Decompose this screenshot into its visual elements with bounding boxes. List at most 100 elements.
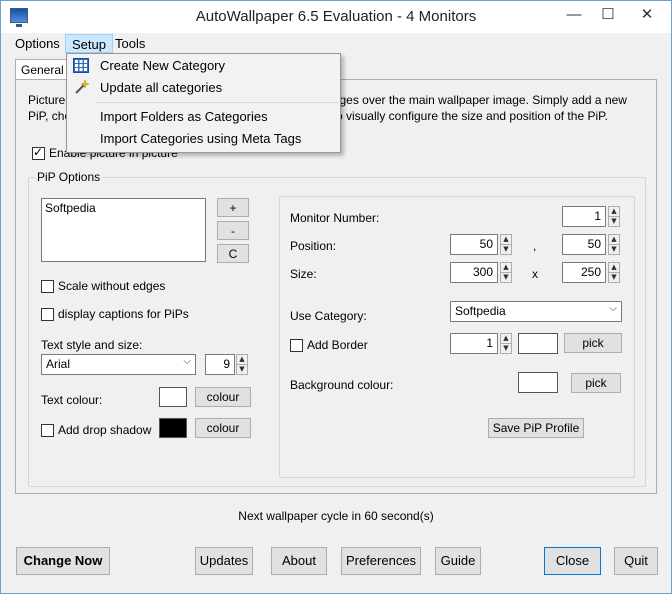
size-width-field[interactable]: 300 xyxy=(450,262,498,283)
scale-label: Scale without edges xyxy=(58,279,166,293)
setup-menu: Create New Category Update all categorie… xyxy=(66,53,341,153)
size-height-field[interactable]: 250 xyxy=(562,262,606,283)
menu-item-label: Update all categories xyxy=(100,80,223,95)
chevron-down-icon[interactable]: ▼ xyxy=(501,272,511,281)
font-value: Arial xyxy=(46,357,71,371)
monitor-number-stepper[interactable]: ▲ ▼ xyxy=(608,206,620,227)
border-pick-button[interactable]: pick xyxy=(564,333,622,353)
border-row[interactable]: Add Border xyxy=(290,338,368,352)
enable-pip-checkbox[interactable] xyxy=(32,145,45,160)
text-colour-swatch xyxy=(159,387,187,407)
shadow-row[interactable]: Add drop shadow xyxy=(41,423,151,437)
chevron-down-icon[interactable]: ▼ xyxy=(609,216,619,225)
updates-button[interactable]: Updates xyxy=(195,547,253,575)
chevron-up-icon[interactable]: ▲ xyxy=(501,235,511,244)
size-height-stepper[interactable]: ▲ ▼ xyxy=(608,262,620,283)
captions-checkbox[interactable] xyxy=(41,307,54,321)
position-x-field[interactable]: 50 xyxy=(450,234,498,255)
chevron-up-icon[interactable]: ▲ xyxy=(237,355,247,364)
position-y-field[interactable]: 50 xyxy=(562,234,606,255)
menu-setup[interactable]: Setup xyxy=(65,34,113,53)
grid-icon xyxy=(73,58,89,73)
monitor-settings-panel: Monitor Number: 1 ▲ ▼ Position: 50 ▲ ▼ , 5… xyxy=(279,196,635,478)
scale-checkbox[interactable] xyxy=(41,279,54,293)
size-label: Size: xyxy=(290,267,317,281)
size-separator: x xyxy=(532,267,538,281)
pip-options-label: PiP Options xyxy=(35,170,103,184)
shadow-colour-button[interactable]: colour xyxy=(195,418,251,438)
remove-pip-button[interactable]: - xyxy=(217,221,249,240)
background-colour-swatch xyxy=(518,372,558,393)
close-button[interactable]: Close xyxy=(544,547,601,575)
position-y-stepper[interactable]: ▲ ▼ xyxy=(608,234,620,255)
menu-item-import-meta-tags[interactable]: Import Categories using Meta Tags xyxy=(67,128,340,150)
chevron-down-icon[interactable]: ▼ xyxy=(609,244,619,253)
captions-row[interactable]: display captions for PiPs xyxy=(41,307,189,321)
border-width-stepper[interactable]: ▲ ▼ xyxy=(500,333,512,354)
text-colour-button[interactable]: colour xyxy=(195,387,251,407)
close-icon[interactable]: ✕ xyxy=(625,5,669,27)
pip-list[interactable]: Softpedia xyxy=(41,198,206,262)
menu-options[interactable]: Options xyxy=(9,34,66,53)
monitor-number-field[interactable]: 1 xyxy=(562,206,606,227)
menu-separator xyxy=(97,102,338,103)
border-checkbox[interactable] xyxy=(290,338,303,352)
chevron-down-icon[interactable]: ▼ xyxy=(501,244,511,253)
minimize-icon[interactable]: — xyxy=(559,5,589,27)
font-size-stepper[interactable]: ▲ ▼ xyxy=(236,354,248,375)
chevron-down-icon[interactable]: ▼ xyxy=(501,343,511,352)
add-pip-button[interactable]: + xyxy=(217,198,249,217)
title-bar: AutoWallpaper 6.5 Evaluation - 4 Monitor… xyxy=(1,1,671,33)
font-size-field[interactable]: 9 xyxy=(205,354,235,375)
save-pip-profile-button[interactable]: Save PiP Profile xyxy=(488,418,584,438)
font-select[interactable]: Arial ⌵ xyxy=(41,354,196,375)
shadow-checkbox[interactable] xyxy=(41,423,54,437)
pip-options-group: PiP Options Softpedia + - C Scale withou… xyxy=(28,170,646,487)
shadow-label: Add drop shadow xyxy=(58,423,152,437)
chevron-up-icon[interactable]: ▲ xyxy=(609,263,619,272)
app-window: AutoWallpaper 6.5 Evaluation - 4 Monitor… xyxy=(0,0,672,594)
menu-item-label: Create New Category xyxy=(100,58,225,73)
position-x-stepper[interactable]: ▲ ▼ xyxy=(500,234,512,255)
text-style-label: Text style and size: xyxy=(41,338,143,352)
maximize-icon[interactable]: ☐ xyxy=(593,5,623,27)
menu-item-label: Import Categories using Meta Tags xyxy=(100,131,302,146)
menu-tools[interactable]: Tools xyxy=(109,34,151,53)
chevron-down-icon[interactable]: ▼ xyxy=(237,364,247,373)
position-separator: , xyxy=(533,239,537,253)
background-pick-button[interactable]: pick xyxy=(571,373,621,393)
border-width-field[interactable]: 1 xyxy=(450,333,498,354)
border-label: Add Border xyxy=(307,338,368,352)
status-text: Next wallpaper cycle in 60 second(s) xyxy=(238,509,434,523)
quit-button[interactable]: Quit xyxy=(614,547,658,575)
clear-pip-button[interactable]: C xyxy=(217,244,249,263)
monitor-number-label: Monitor Number: xyxy=(290,211,380,225)
list-item[interactable]: Softpedia xyxy=(45,201,202,215)
text-colour-label: Text colour: xyxy=(41,393,103,407)
chevron-down-icon: ⌵ xyxy=(183,356,191,367)
guide-button[interactable]: Guide xyxy=(435,547,481,575)
border-colour-swatch xyxy=(518,333,558,354)
shadow-colour-swatch xyxy=(159,418,187,438)
change-now-button[interactable]: Change Now xyxy=(16,547,110,575)
menu-item-import-folders[interactable]: Import Folders as Categories xyxy=(67,106,340,128)
chevron-up-icon[interactable]: ▲ xyxy=(501,263,511,272)
chevron-up-icon[interactable]: ▲ xyxy=(609,235,619,244)
menu-item-update-categories[interactable]: Update all categories xyxy=(67,77,340,99)
category-select[interactable]: Softpedia ⌵ xyxy=(450,301,622,322)
category-value: Softpedia xyxy=(455,304,506,318)
tab-general[interactable]: General xyxy=(15,59,70,79)
preferences-button[interactable]: Preferences xyxy=(341,547,421,575)
scale-row[interactable]: Scale without edges xyxy=(41,279,165,293)
position-label: Position: xyxy=(290,239,337,253)
chevron-up-icon[interactable]: ▲ xyxy=(609,207,619,216)
magic-wand-icon xyxy=(75,80,89,94)
background-colour-label: Background colour: xyxy=(290,378,394,392)
menu-item-create-category[interactable]: Create New Category xyxy=(67,55,340,77)
about-button[interactable]: About xyxy=(271,547,327,575)
size-width-stepper[interactable]: ▲ ▼ xyxy=(500,262,512,283)
chevron-down-icon[interactable]: ▼ xyxy=(609,272,619,281)
menu-bar: Options Setup Tools xyxy=(1,33,671,53)
use-category-label: Use Category: xyxy=(290,309,367,323)
chevron-up-icon[interactable]: ▲ xyxy=(501,334,511,343)
